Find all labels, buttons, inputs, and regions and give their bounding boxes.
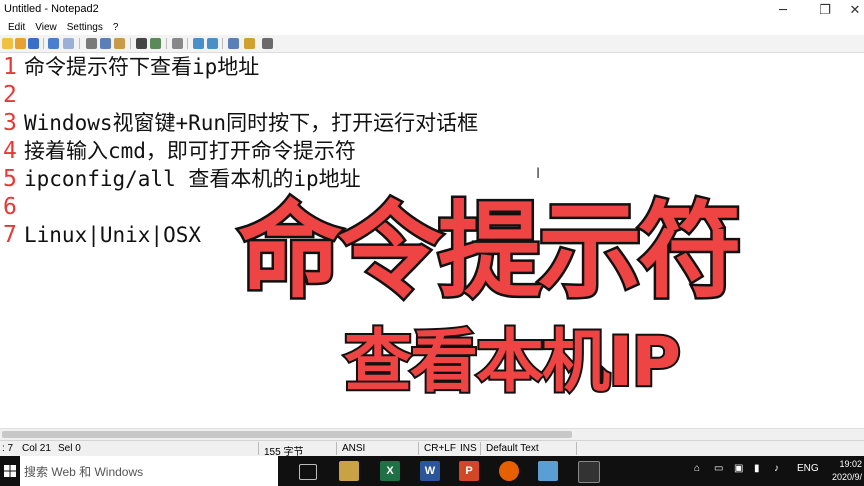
line-text: 接着输入cmd，即可打开命令提示符 [24, 139, 356, 163]
zoom-out-icon[interactable] [207, 38, 218, 49]
line-number: 2 [3, 82, 17, 108]
close-button[interactable]: ✕ [840, 0, 864, 20]
undo-icon[interactable] [48, 38, 59, 49]
powerpoint-icon[interactable]: P [459, 461, 479, 481]
status-bar: : 7 Col 21 Sel 0 155 字节 ANSI CR+LF INS D… [0, 440, 864, 458]
status-divider [480, 442, 481, 455]
taskbar-search-box[interactable]: 搜索 Web 和 Windows [20, 456, 278, 486]
copy-icon[interactable] [100, 38, 111, 49]
find-icon[interactable] [136, 38, 147, 49]
new-file-icon[interactable] [2, 38, 13, 49]
open-file-icon[interactable] [15, 38, 26, 49]
line-number: 6 [3, 194, 17, 220]
menu-bar: Edit View Settings ? [0, 20, 864, 35]
toolbar-separator [43, 38, 44, 49]
save-icon[interactable] [28, 38, 39, 49]
scrollbar-thumb[interactable] [2, 431, 572, 438]
window-title: Untitled - Notepad2 [4, 3, 99, 15]
customize-icon[interactable] [244, 38, 255, 49]
tray-people-icon[interactable]: ⌂ [694, 463, 700, 474]
tray-battery-icon[interactable]: ▮ [754, 463, 760, 474]
status-divider [418, 442, 419, 455]
toolbar-separator [79, 38, 80, 49]
line-number: 7 [3, 222, 17, 248]
line-number: 5 [3, 166, 17, 192]
text-cursor-icon: I [536, 166, 541, 182]
status-divider [258, 442, 259, 455]
status-divider [336, 442, 337, 455]
maximize-button[interactable]: ❐ [810, 0, 840, 20]
word-wrap-icon[interactable] [172, 38, 183, 49]
status-divider [576, 442, 577, 455]
cut-icon[interactable] [86, 38, 97, 49]
taskbar-clock[interactable]: 19:02 2020/9/ [832, 458, 862, 484]
settings-icon[interactable] [262, 38, 273, 49]
title-bar: Untitled - Notepad2 ─ ❐ ✕ [0, 0, 864, 20]
status-line: : 7 [2, 443, 14, 454]
redo-icon[interactable] [63, 38, 74, 49]
replace-icon[interactable] [150, 38, 161, 49]
status-selection: Sel 0 [58, 443, 81, 454]
toolbar-separator [130, 38, 131, 49]
status-encoding: ANSI [342, 443, 366, 454]
start-button[interactable] [0, 456, 20, 486]
menu-settings[interactable]: Settings [62, 22, 108, 33]
file-explorer-icon[interactable] [339, 461, 359, 481]
menu-view[interactable]: View [30, 22, 62, 33]
overlay-subtitle: 查看本机IP [342, 321, 683, 404]
notepad2-icon[interactable] [538, 461, 558, 481]
toolbar-separator [187, 38, 188, 49]
tray-volume-icon[interactable]: ♪ [774, 463, 779, 474]
tray-action-icon[interactable]: ▣ [734, 463, 743, 474]
excel-icon[interactable]: X [380, 461, 400, 481]
overlay-title: 命令提示符 [236, 189, 745, 314]
status-mode: INS [460, 443, 477, 454]
line-text: Linux|Unix|OSX [24, 223, 202, 247]
clock-date: 2020/9/ [831, 472, 862, 482]
clock-time: 19:02 [839, 459, 862, 469]
toolbar-separator [166, 38, 167, 49]
language-indicator[interactable]: ENG [797, 463, 819, 474]
line-number: 4 [3, 138, 17, 164]
zoom-in-icon[interactable] [193, 38, 204, 49]
windows-logo-icon [4, 465, 16, 477]
status-column: Col 21 [22, 443, 51, 454]
toolbar-separator [222, 38, 223, 49]
toolbar [0, 35, 864, 53]
taskbar: 搜索 Web 和 Windows X W P ⌂ ▭ ▣ ▮ ♪ ENG 19:… [0, 456, 864, 486]
command-prompt-icon[interactable] [578, 461, 600, 483]
maximize-icon: ❐ [819, 2, 831, 18]
line-text: Windows视窗键+Run同时按下，打开运行对话框 [24, 111, 479, 135]
word-icon[interactable]: W [420, 461, 440, 481]
menu-help[interactable]: ? [108, 22, 124, 33]
line-text: 命令提示符下查看ip地址 [24, 55, 260, 79]
minimize-icon: ─ [779, 2, 787, 18]
firefox-icon[interactable] [499, 461, 519, 481]
minimize-button[interactable]: ─ [768, 0, 798, 20]
search-placeholder: 搜索 Web 和 Windows [24, 464, 144, 479]
paste-icon[interactable] [114, 38, 125, 49]
status-eol: CR+LF [424, 443, 456, 454]
line-number: 1 [3, 54, 17, 80]
line-number: 3 [3, 110, 17, 136]
tray-network-icon[interactable]: ▭ [714, 463, 723, 474]
menu-edit[interactable]: Edit [0, 22, 30, 33]
scheme-icon[interactable] [228, 38, 239, 49]
task-view-icon[interactable] [299, 464, 317, 480]
close-icon: ✕ [849, 2, 861, 18]
status-scheme: Default Text [486, 443, 539, 454]
horizontal-scrollbar[interactable] [0, 428, 864, 440]
line-text: ipconfig/all 查看本机的ip地址 [24, 167, 361, 191]
